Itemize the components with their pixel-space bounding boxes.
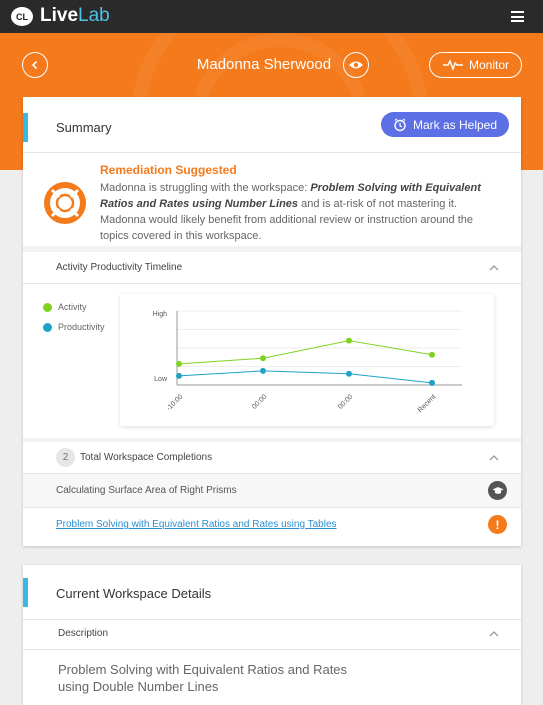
- view-student-button[interactable]: [343, 52, 369, 78]
- workspace-details-card: Current Workspace Details Description Pr…: [23, 565, 521, 705]
- chevron-left-icon: [31, 60, 38, 70]
- series-line-activity: [178, 340, 433, 365]
- summary-accent-bar: [23, 113, 28, 142]
- legend-productivity: Productivity: [43, 322, 105, 332]
- summary-title: Summary: [56, 120, 112, 135]
- x-tick-label: Recent: [417, 393, 438, 414]
- description-section-header[interactable]: Description: [23, 620, 521, 648]
- top-bar: CL LiveLab: [0, 0, 543, 33]
- series-line-productivity: [178, 370, 433, 384]
- summary-divider: [23, 152, 521, 153]
- y-tick-label: Low: [154, 376, 168, 383]
- description-label: Description: [58, 628, 109, 639]
- graduation-cap-icon: [488, 481, 507, 500]
- logo-word-lab: Lab: [78, 5, 110, 26]
- mark-as-helped-label: Mark as Helped: [412, 117, 498, 132]
- chevron-up-icon[interactable]: [489, 264, 499, 271]
- timeline-chart-svg: High Low -10:00 00:00 00:00 Recent: [153, 310, 462, 414]
- timeline-chart: High Low -10:00 00:00 00:00 Recent: [120, 294, 494, 426]
- app-logo-badge: CL: [11, 7, 33, 26]
- completion-item-label: Calculating Surface Area of Right Prisms: [56, 485, 237, 496]
- hamburger-menu-icon[interactable]: [511, 11, 524, 22]
- description-text: Problem Solving with Equivalent Ratios a…: [58, 662, 348, 694]
- back-button[interactable]: [22, 52, 48, 78]
- section-gap: [23, 246, 521, 252]
- data-point-activity: [346, 337, 352, 344]
- monitor-button[interactable]: Monitor: [429, 52, 522, 78]
- data-point-activity: [176, 360, 182, 367]
- logo-word-live: Live: [40, 5, 79, 26]
- chevron-up-icon[interactable]: [489, 454, 499, 461]
- y-tick-label: High: [153, 311, 168, 318]
- legend-activity: Activity: [43, 302, 87, 312]
- details-title: Current Workspace Details: [56, 586, 212, 601]
- timeline-section-header[interactable]: Activity Productivity Timeline: [23, 254, 521, 282]
- legend-activity-dot: [43, 302, 52, 312]
- mark-as-helped-button[interactable]: Mark as Helped: [381, 112, 509, 137]
- remediation-text: Madonna is struggling with the workspace…: [100, 182, 481, 242]
- monitor-label: Monitor: [468, 58, 509, 72]
- x-tick-label: 00:00: [337, 393, 354, 410]
- summary-card: Summary Mark as Helped Remediation Sugge…: [23, 97, 521, 546]
- list-item[interactable]: Problem Solving with Equivalent Ratios a…: [23, 508, 521, 541]
- data-point-productivity: [346, 370, 352, 377]
- lifebuoy-icon: [44, 182, 86, 224]
- data-point-productivity: [260, 367, 266, 374]
- data-point-activity: [429, 351, 435, 358]
- pulse-icon: [442, 59, 463, 71]
- completion-item-link[interactable]: Problem Solving with Equivalent Ratios a…: [56, 519, 337, 530]
- remediation-title: Remediation Suggested: [100, 163, 237, 177]
- list-item[interactable]: Calculating Surface Area of Right Prisms: [23, 474, 521, 507]
- legend-activity-label: Activity: [58, 302, 87, 312]
- legend-productivity-label: Productivity: [58, 322, 105, 332]
- exclamation-icon: !: [488, 515, 507, 534]
- completions-label: Total Workspace Completions: [80, 452, 213, 463]
- details-accent-bar: [23, 578, 28, 607]
- app-logo[interactable]: LiveLab: [40, 5, 110, 27]
- chevron-up-icon[interactable]: [489, 630, 499, 637]
- legend-productivity-dot: [43, 322, 52, 332]
- data-point-productivity: [176, 372, 182, 379]
- timeline-label: Activity Productivity Timeline: [56, 262, 183, 273]
- alarm-clock-icon: [394, 118, 406, 131]
- completions-count-badge: 2: [56, 448, 75, 467]
- x-tick-label: -10:00: [165, 393, 184, 412]
- data-point-productivity: [429, 379, 435, 386]
- eye-icon: [349, 61, 363, 69]
- data-point-activity: [260, 355, 266, 362]
- x-tick-label: 00:00: [251, 393, 268, 410]
